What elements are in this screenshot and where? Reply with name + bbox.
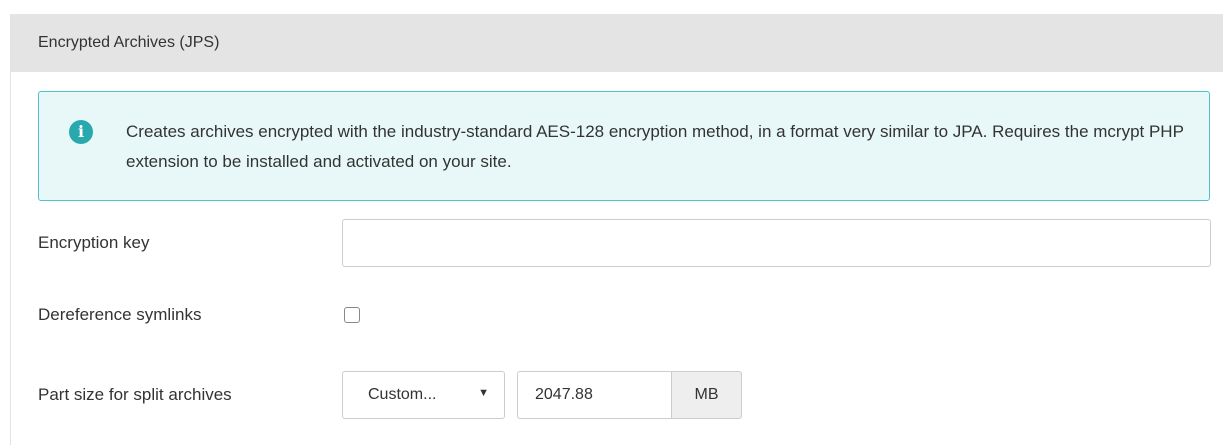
part-size-label: Part size for split archives — [38, 385, 232, 404]
encryption-key-label: Encryption key — [38, 233, 150, 252]
encrypted-archives-panel: Encrypted Archives (JPS) i Creates archi… — [10, 14, 1223, 445]
part-size-input-group: MB — [517, 371, 742, 419]
part-size-select[interactable]: Custom... ▼ — [342, 371, 505, 419]
encryption-key-input[interactable] — [342, 219, 1211, 267]
chevron-down-icon: ▼ — [478, 387, 489, 399]
dereference-symlinks-checkbox[interactable] — [344, 307, 360, 323]
part-size-input[interactable] — [517, 371, 671, 419]
info-icon: i — [69, 120, 93, 144]
part-size-row: Part size for split archives Custom... ▼… — [38, 371, 742, 419]
dereference-symlinks-row: Dereference symlinks — [38, 305, 360, 325]
panel-title: Encrypted Archives (JPS) — [38, 34, 220, 51]
info-alert: i Creates archives encrypted with the in… — [38, 91, 1210, 201]
part-size-selected-option: Custom... — [368, 386, 437, 403]
part-size-unit: MB — [671, 371, 742, 419]
panel-header: Encrypted Archives (JPS) — [11, 14, 1223, 72]
info-alert-text: Creates archives encrypted with the indu… — [126, 122, 1184, 171]
encryption-key-row: Encryption key — [38, 219, 1211, 267]
dereference-symlinks-label: Dereference symlinks — [38, 305, 202, 324]
